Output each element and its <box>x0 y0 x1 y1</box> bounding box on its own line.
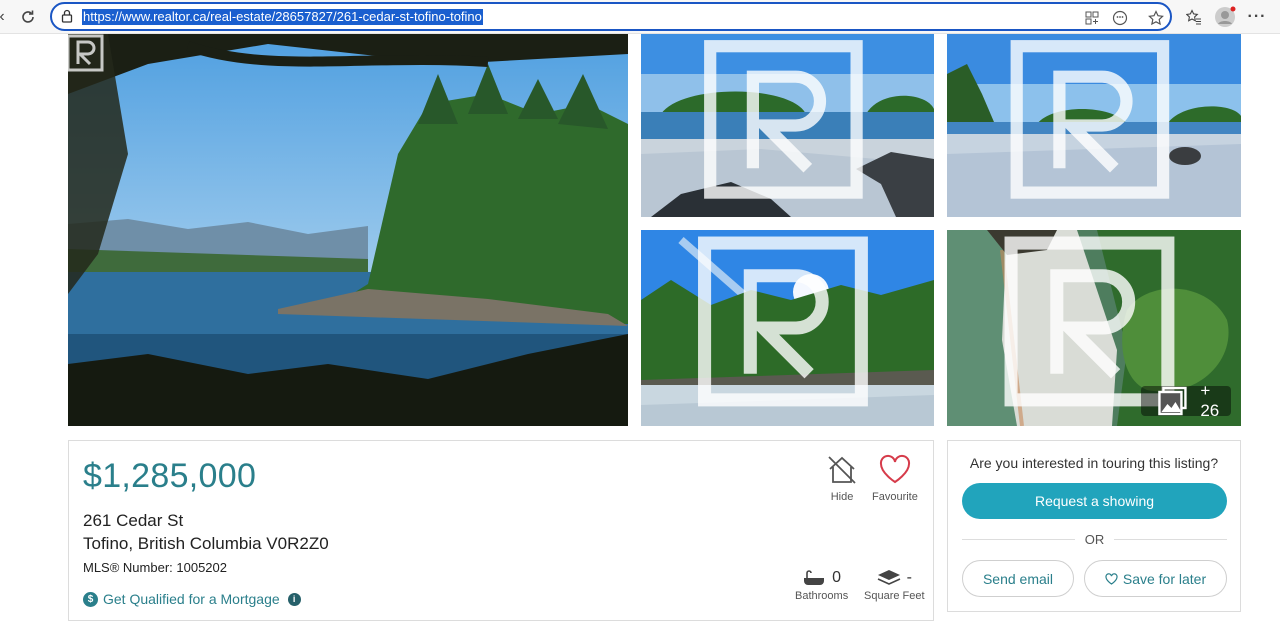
lock-icon <box>61 9 73 23</box>
heart-icon <box>879 454 910 484</box>
back-icon[interactable]: ‹ <box>0 5 14 29</box>
gallery-photo[interactable] <box>641 230 934 426</box>
divider-line <box>962 538 1075 540</box>
star-icon[interactable] <box>1146 8 1166 28</box>
more-photos-count: + 26 <box>1200 381 1220 420</box>
more-options-icon[interactable]: ··· <box>1245 5 1269 29</box>
request-showing-button[interactable]: Request a showing <box>962 483 1227 519</box>
square-feet-stat: - Square Feet <box>864 569 925 602</box>
gallery-photo[interactable] <box>947 34 1241 217</box>
profile-avatar[interactable] <box>1213 5 1237 29</box>
url-text[interactable]: https://www.realtor.ca/real-estate/28657… <box>82 9 483 25</box>
avatar-icon <box>1215 6 1236 27</box>
bathrooms-value: 0 <box>832 569 842 586</box>
apps-icon[interactable] <box>1082 8 1102 28</box>
or-label: OR <box>1084 531 1105 547</box>
or-divider: OR <box>962 529 1227 549</box>
refresh-icon <box>22 10 34 23</box>
square-feet-value: - <box>906 569 912 586</box>
favourite-button[interactable]: Favourite <box>872 453 918 503</box>
dollar-icon: $ <box>83 591 98 607</box>
more-photos-button[interactable]: + 26 <box>1141 381 1231 420</box>
hide-label: Hide <box>830 491 854 503</box>
bathrooms-label: Bathrooms <box>795 590 849 602</box>
favorites-icon[interactable] <box>1182 5 1206 29</box>
square-feet-label: Square Feet <box>864 590 925 602</box>
address-street: 261 Cedar St <box>83 511 184 530</box>
tour-question: Are you interested in touring this listi… <box>969 455 1219 471</box>
gallery-photo[interactable]: + 26 <box>947 230 1241 426</box>
realtor-logo-icon <box>68 34 104 72</box>
gallery-photo[interactable] <box>641 34 934 217</box>
info-icon[interactable]: i <box>287 592 301 606</box>
hide-house-icon <box>828 456 856 484</box>
bathrooms-stat: 0 Bathrooms <box>795 569 848 602</box>
realtor-logo-icon <box>698 236 868 407</box>
divider-line <box>1114 538 1227 540</box>
contact-card: Are you interested in touring this listi… <box>947 440 1241 612</box>
save-for-later-label: Save for later <box>1122 570 1207 587</box>
realtor-logo-icon <box>1010 40 1170 199</box>
listing-summary-card: $1,285,000 261 Cedar St Tofino, British … <box>68 440 934 621</box>
square-feet-icon <box>877 570 900 585</box>
send-email-label: Send email <box>982 570 1054 587</box>
browser-toolbar: ‹ https://www.realtor.ca/real-estate/286… <box>0 0 1280 34</box>
save-for-later-button[interactable]: Save for later <box>1084 560 1227 597</box>
address-city: Tofino, British Columbia V0R2Z0 <box>83 534 329 553</box>
mortgage-link[interactable]: $ Get Qualified for a Mortgage i <box>83 591 301 607</box>
mortgage-link-label[interactable]: Get Qualified for a Mortgage <box>103 591 280 607</box>
emoji-icon[interactable] <box>1110 8 1130 28</box>
refresh-button[interactable] <box>16 5 40 29</box>
send-email-button[interactable]: Send email <box>962 560 1074 597</box>
bathtub-icon <box>804 570 825 585</box>
heart-outline-icon <box>1105 572 1118 585</box>
favourite-label: Favourite <box>872 491 918 503</box>
image-gallery-icon <box>1158 386 1188 416</box>
listing-price: $1,285,000 <box>83 457 257 495</box>
address-bar[interactable]: https://www.realtor.ca/real-estate/28657… <box>50 2 1172 31</box>
mls-number: MLS® Number: 1005202 <box>83 560 227 575</box>
hide-button[interactable]: Hide <box>825 453 859 503</box>
main-photo[interactable] <box>68 34 628 426</box>
realtor-logo-icon <box>704 40 863 199</box>
